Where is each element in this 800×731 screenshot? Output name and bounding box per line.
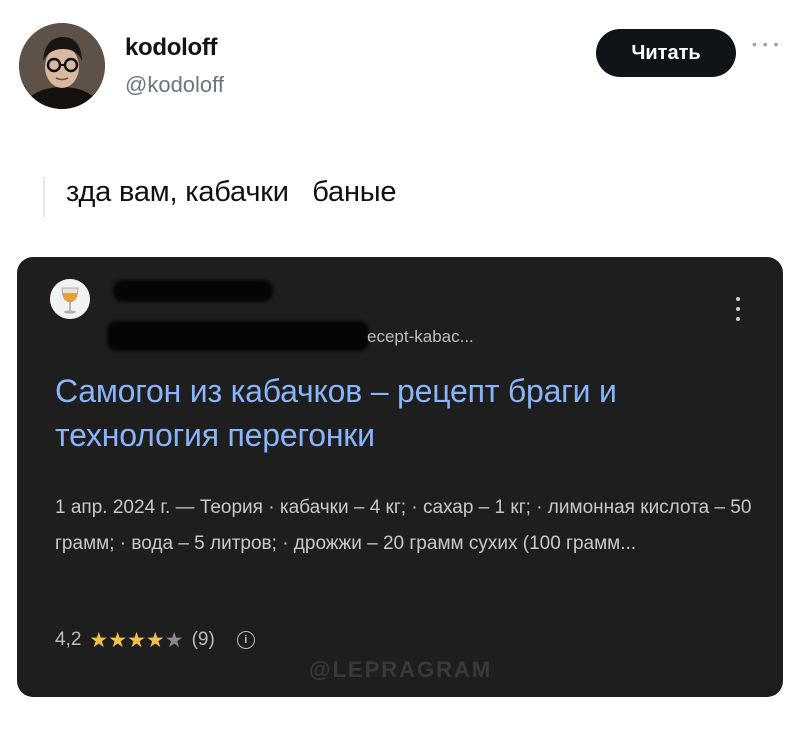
user-display-name[interactable]: kodoloff	[125, 34, 218, 62]
rating-count: (9)	[191, 629, 215, 650]
follow-button[interactable]: Читать	[596, 29, 736, 77]
wine-glass-icon[interactable]	[50, 279, 90, 319]
redacted-url	[107, 321, 369, 351]
star-filled-icon: ★	[89, 628, 109, 652]
star-filled-icon: ★	[108, 628, 128, 652]
more-dots-icon[interactable]: • • •	[752, 36, 779, 52]
result-snippet: 1 апр. 2024 г. — Теория · кабачки – 4 кг…	[55, 497, 752, 554]
rating-row: 4,2 ★ ★ ★ ★ ★ (9) i	[55, 625, 255, 655]
user-handle[interactable]: @kodoloff	[125, 72, 224, 98]
search-result-card: ecept-kabac... Самогон из кабачков – рец…	[17, 257, 783, 697]
rating-stars: ★ ★ ★ ★ ★	[89, 630, 183, 651]
star-filled-icon: ★	[145, 628, 165, 652]
text-cursor-marker	[43, 177, 45, 217]
tweet-text: зда вам, кабачки баные	[66, 176, 397, 208]
result-url[interactable]: ecept-kabac...	[367, 327, 474, 347]
result-title-link[interactable]: Самогон из кабачков – рецепт браги и тех…	[55, 369, 775, 457]
avatar-image	[19, 23, 105, 109]
info-icon[interactable]: i	[236, 631, 255, 649]
redacted-site-name	[113, 280, 273, 302]
avatar[interactable]	[19, 23, 105, 109]
star-filled-icon: ★	[127, 628, 146, 652]
kebab-menu-icon[interactable]	[734, 297, 742, 321]
rating-value: 4,2	[55, 629, 82, 650]
star-empty-icon: ★	[164, 628, 184, 652]
watermark: @LEPRAGRAM	[309, 657, 493, 682]
